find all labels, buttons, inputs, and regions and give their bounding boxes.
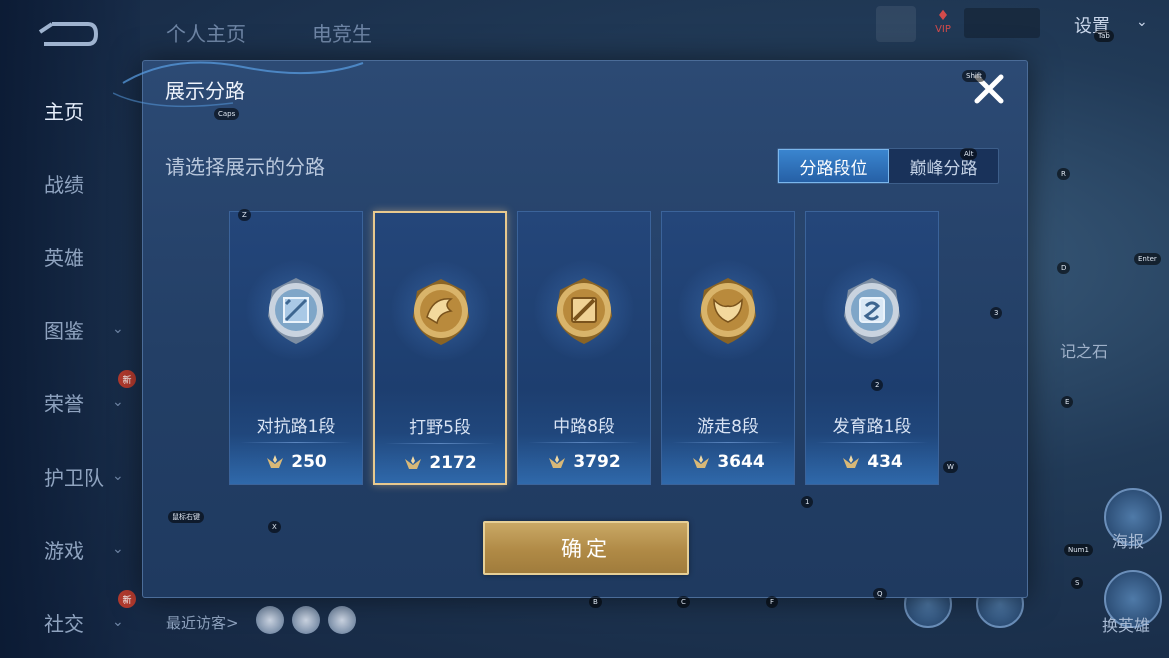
chevron-down-icon: ⌄ bbox=[112, 614, 124, 630]
key-hint: W bbox=[943, 461, 958, 473]
vip-label: VIP bbox=[935, 24, 951, 35]
poster-label: 海报 bbox=[1112, 532, 1145, 551]
sidebar-item-label: 战绩 bbox=[44, 172, 84, 197]
key-hint: F bbox=[766, 596, 779, 608]
avatar[interactable] bbox=[328, 606, 356, 634]
back-arrow-icon[interactable] bbox=[36, 18, 98, 50]
lane-card[interactable]: 对抗路1段 250 bbox=[229, 211, 363, 485]
lane-rank-label: 中路8段 bbox=[553, 417, 615, 437]
tab-esports[interactable]: 电竞生 bbox=[312, 18, 372, 47]
swap-hero-label: 换英雄 bbox=[1102, 616, 1151, 635]
tab-peak-lane[interactable]: 巅峰分路 bbox=[889, 149, 998, 183]
lane-rank-label: 打野5段 bbox=[409, 418, 471, 438]
lane-display-dialog: 展示分路 请选择展示的分路 分路段位 巅峰分路 对抗路1段 250 打野5段 2172… bbox=[113, 60, 1028, 598]
sidebar-item[interactable]: 战绩 bbox=[0, 163, 140, 203]
lane-rank-label: 游走8段 bbox=[697, 417, 759, 437]
key-hint: S bbox=[1071, 577, 1084, 589]
sidebar-item-label: 图鉴 bbox=[44, 318, 84, 343]
key-hint: 鼠标右键 bbox=[168, 511, 204, 523]
sidebar-item[interactable]: 游戏 ⌄ bbox=[0, 529, 140, 569]
lane-card[interactable]: 打野5段 2172 bbox=[373, 211, 507, 485]
sidebar-item-label: 荣誉 bbox=[44, 391, 84, 416]
key-hint: Num1 bbox=[1064, 544, 1093, 556]
chevron-down-icon: ⌄ bbox=[1136, 14, 1148, 30]
key-hint: Tab bbox=[1094, 30, 1114, 42]
sidebar-item-label: 护卫队 bbox=[44, 465, 104, 490]
key-hint: E bbox=[1061, 396, 1074, 408]
key-hint: Enter bbox=[1134, 253, 1161, 265]
lane-rank-label: 对抗路1段 bbox=[256, 417, 336, 437]
lane-card[interactable]: 游走8段 3644 bbox=[661, 211, 795, 485]
sidebar-item[interactable]: 英雄 bbox=[0, 236, 140, 276]
score-row: 2172 bbox=[375, 453, 505, 473]
lane-rank-label: 发育路1段 bbox=[832, 417, 912, 437]
key-hint: X bbox=[268, 521, 281, 533]
sidebar-item[interactable]: 图鉴 ⌄ bbox=[0, 309, 140, 349]
key-hint: R bbox=[1057, 168, 1070, 180]
key-hint: Caps bbox=[214, 108, 240, 120]
sidebar-item-label: 英雄 bbox=[44, 245, 84, 270]
roam-wings-icon bbox=[700, 278, 756, 344]
lane-card[interactable]: 中路8段 3792 bbox=[517, 211, 651, 485]
chevron-down-icon: ⌄ bbox=[112, 321, 124, 337]
lane-score: 250 bbox=[291, 452, 327, 472]
score-row: 3792 bbox=[518, 452, 650, 472]
new-badge: 新 bbox=[118, 590, 136, 608]
chevron-down-icon: ⌄ bbox=[112, 468, 124, 484]
divider bbox=[816, 442, 928, 443]
promo-box[interactable] bbox=[964, 8, 1040, 38]
key-hint: Alt bbox=[960, 148, 978, 160]
avatar[interactable] bbox=[292, 606, 320, 634]
sidebar-item[interactable]: 主页 bbox=[0, 90, 140, 130]
key-hint: D bbox=[1057, 262, 1071, 274]
lane-card[interactable]: 发育路1段 434 bbox=[805, 211, 939, 485]
qq-icon[interactable] bbox=[876, 6, 916, 42]
sidebar-item-label: 社交 bbox=[44, 611, 84, 636]
divider bbox=[528, 442, 640, 443]
divider bbox=[240, 442, 352, 443]
divider bbox=[672, 442, 784, 443]
tab-profile[interactable]: 个人主页 bbox=[166, 18, 246, 47]
dialog-subtitle: 请选择展示的分路 bbox=[165, 155, 325, 179]
mid-lane-icon bbox=[556, 278, 612, 344]
lane-score: 3792 bbox=[573, 452, 621, 472]
jungle-dragon-icon bbox=[413, 279, 469, 345]
sidebar-item[interactable]: 荣誉 ⌄ 新 bbox=[0, 370, 140, 422]
sidebar-item[interactable]: 社交 ⌄ 新 bbox=[0, 590, 140, 642]
vip-icon[interactable]: ♦ VIP bbox=[930, 8, 956, 42]
lane-score: 2172 bbox=[429, 453, 477, 473]
dialog-title: 展示分路 bbox=[165, 79, 245, 103]
lane-points-icon bbox=[549, 455, 566, 468]
key-hint: C bbox=[677, 596, 690, 608]
divider bbox=[385, 443, 495, 444]
sidebar-item-label: 游戏 bbox=[44, 538, 84, 563]
key-hint: Q bbox=[873, 588, 887, 600]
clash-lane-icon bbox=[268, 278, 324, 344]
score-row: 434 bbox=[806, 452, 938, 472]
lane-points-icon bbox=[693, 455, 710, 468]
lane-points-icon bbox=[843, 455, 860, 468]
sidebar-item[interactable]: 护卫队 ⌄ bbox=[0, 456, 140, 496]
recent-visitors-link[interactable]: 最近访客> bbox=[166, 612, 239, 633]
tab-lane-rank[interactable]: 分路段位 bbox=[778, 149, 889, 183]
chevron-down-icon: ⌄ bbox=[112, 541, 124, 557]
lane-score: 3644 bbox=[717, 452, 765, 472]
score-row: 250 bbox=[230, 452, 362, 472]
lane-points-icon bbox=[405, 456, 422, 469]
stone-label: 记之石 bbox=[1060, 342, 1109, 361]
farm-lane-icon bbox=[844, 278, 900, 344]
confirm-button[interactable]: 确定 bbox=[483, 521, 689, 575]
key-hint: Z bbox=[238, 209, 251, 221]
avatar[interactable] bbox=[256, 606, 284, 634]
lane-score: 434 bbox=[867, 452, 903, 472]
new-badge: 新 bbox=[118, 370, 136, 388]
key-hint: B bbox=[589, 596, 602, 608]
score-row: 3644 bbox=[662, 452, 794, 472]
chevron-down-icon: ⌄ bbox=[112, 394, 124, 410]
lane-points-icon bbox=[267, 455, 284, 468]
sidebar-item-label: 主页 bbox=[44, 99, 84, 124]
left-nav: 主页 战绩 英雄 图鉴 ⌄ 荣誉 ⌄ 新护卫队 ⌄ 游戏 ⌄ 社交 ⌄ 新 bbox=[0, 0, 140, 658]
key-hint: Shift bbox=[962, 70, 986, 82]
